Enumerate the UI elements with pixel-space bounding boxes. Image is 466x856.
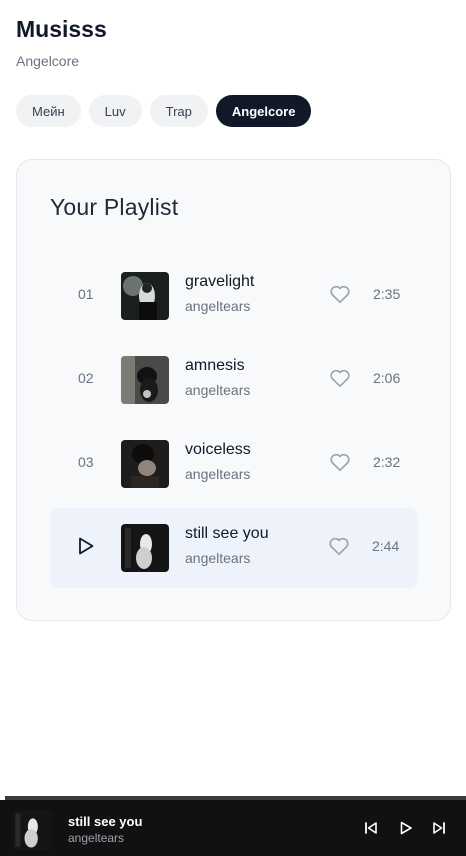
app-title: Musisss <box>16 16 107 42</box>
now-playing-cover <box>12 810 52 850</box>
now-playing-bar: still see you angeltears <box>0 796 466 856</box>
track-artist: angeltears <box>185 466 251 482</box>
now-playing-title: still see you <box>68 814 143 829</box>
track-number: 02 <box>78 370 94 386</box>
tab-trap[interactable]: Trap <box>149 95 208 127</box>
play-icon[interactable] <box>399 821 413 835</box>
current-category: Angelcore <box>16 53 80 69</box>
track-cover <box>121 524 169 572</box>
tab-angelcore[interactable]: Angelcore <box>215 95 312 127</box>
skip-forward-icon[interactable] <box>432 821 446 835</box>
track-row[interactable]: 01 gravelight angeltears 2:35 <box>50 256 418 336</box>
playlist-card: Your Playlist 01 gravelight angeltears 2… <box>16 159 451 621</box>
heart-icon[interactable] <box>328 536 350 556</box>
play-icon[interactable] <box>78 537 94 555</box>
tab-luv[interactable]: Luv <box>88 95 142 127</box>
track-number: 01 <box>78 286 94 302</box>
now-playing-artist: angeltears <box>68 831 125 845</box>
track-row-active[interactable]: still see you angeltears 2:44 <box>50 508 418 588</box>
skip-back-icon[interactable] <box>364 821 378 835</box>
track-title: still see you <box>185 525 269 542</box>
tab-main[interactable]: Мейн <box>16 95 81 127</box>
track-row[interactable]: 02 amnesis angeltears 2:06 <box>50 340 418 420</box>
heart-icon[interactable] <box>329 368 351 388</box>
heart-icon[interactable] <box>329 284 351 304</box>
track-title: amnesis <box>185 357 245 374</box>
track-duration: 2:35 <box>373 286 401 302</box>
track-artist: angeltears <box>185 298 251 314</box>
track-duration: 2:06 <box>373 370 401 386</box>
track-cover <box>121 440 169 488</box>
progress-fill <box>0 796 5 800</box>
track-artist: angeltears <box>185 550 251 566</box>
track-duration: 2:32 <box>373 454 401 470</box>
track-title: gravelight <box>185 273 255 290</box>
category-tabs: Мейн Luv Trap Angelcore <box>16 95 312 127</box>
progress-bar[interactable] <box>0 796 466 800</box>
track-duration: 2:44 <box>372 538 400 554</box>
track-row[interactable]: 03 voiceless angeltears 2:32 <box>50 424 418 504</box>
track-cover <box>121 356 169 404</box>
track-artist: angeltears <box>185 382 251 398</box>
track-cover <box>121 272 169 320</box>
playlist-title: Your Playlist <box>50 194 179 220</box>
heart-icon[interactable] <box>329 452 351 472</box>
track-number: 03 <box>78 454 94 470</box>
track-title: voiceless <box>185 441 251 458</box>
